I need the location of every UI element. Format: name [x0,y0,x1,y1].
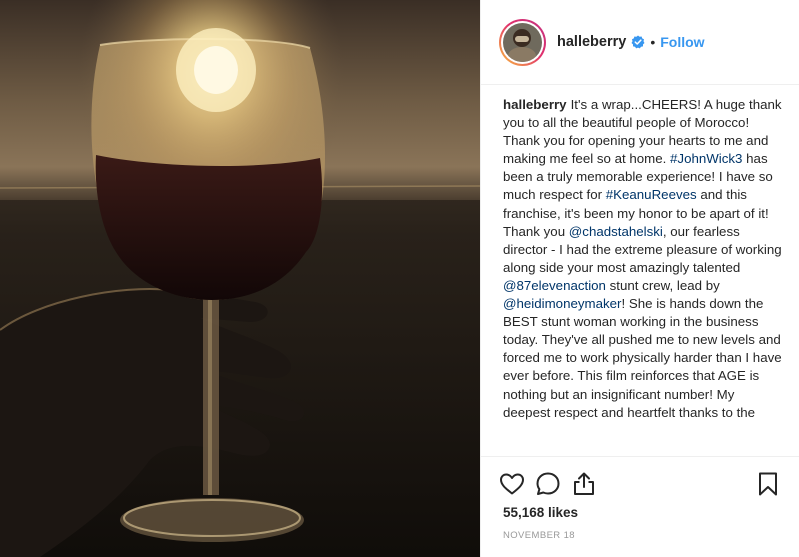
header-username[interactable]: halleberry [557,34,626,50]
caption-text: halleberry It's a wrap...CHEERS! A huge t… [503,96,782,422]
post-actions: 55,168 likes NOVEMBER 18 [481,456,799,557]
avatar-frame [501,20,544,64]
header-separator: • [650,34,656,50]
caption-username[interactable]: halleberry [503,97,567,112]
caption-tag-link[interactable]: @chadstahelski [569,224,663,239]
caption-body: It's a wrap...CHEERS! A huge thank you t… [503,97,782,420]
caption-scroll-area[interactable]: halleberry It's a wrap...CHEERS! A huge t… [481,86,799,456]
post-header: halleberry • Follow [481,0,799,85]
avatar-story-ring[interactable] [499,18,546,66]
follow-button[interactable]: Follow [660,34,704,50]
comment-icon[interactable] [535,471,561,497]
post-date[interactable]: NOVEMBER 18 [503,530,575,541]
post-photo[interactable] [0,0,480,557]
instagram-post: halleberry • Follow halleberry It's a wra… [0,0,799,557]
caption-tag-link[interactable]: @heidimoneymaker [503,296,621,311]
likes-count[interactable]: 55,168 likes [503,505,578,520]
caption-text-segment: stunt crew, lead by [605,277,720,293]
bookmark-icon[interactable] [755,471,781,497]
caption-tag-link[interactable]: #JohnWick3 [670,151,742,166]
avatar[interactable] [503,22,542,62]
heart-icon[interactable] [499,471,525,497]
share-icon[interactable] [571,471,597,497]
caption-tag-link[interactable]: #KeanuReeves [606,187,697,202]
wine-glass-sunset-photo [0,0,480,557]
post-side-panel: halleberry • Follow halleberry It's a wra… [480,0,799,557]
verified-badge-icon [631,35,645,49]
caption-tag-link[interactable]: @87elevenaction [503,278,606,293]
caption-text-segment: ! She is hands down the BEST stunt woman… [503,296,782,420]
